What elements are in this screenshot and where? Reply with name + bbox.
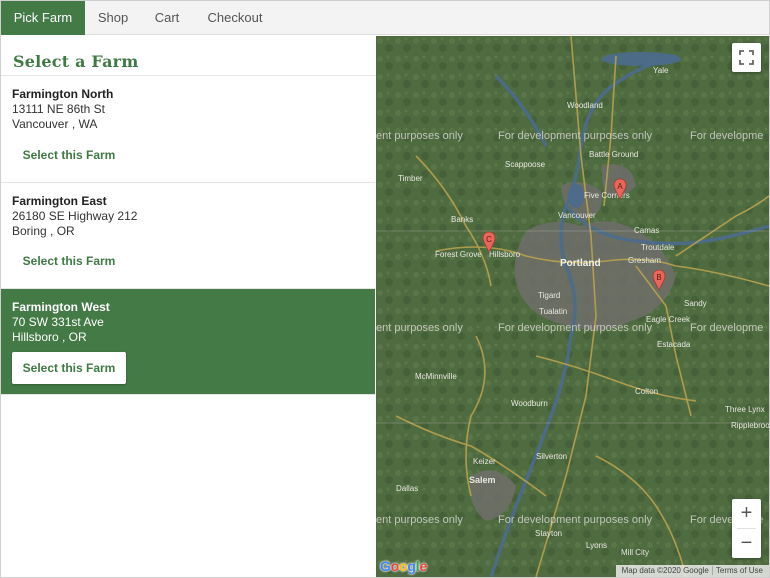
svg-text:Hillsboro: Hillsboro [489, 250, 521, 259]
svg-text:ent purposes only: ent purposes only [376, 322, 463, 334]
svg-text:Estacada: Estacada [657, 340, 691, 349]
svg-text:Woodburn: Woodburn [511, 399, 548, 408]
svg-text:Mill City: Mill City [621, 548, 649, 557]
svg-text:B: B [656, 273, 661, 282]
svg-text:ent purposes only: ent purposes only [376, 130, 463, 142]
svg-text:For development purposes only: For development purposes only [498, 130, 653, 142]
top-nav: Pick Farm Shop Cart Checkout [1, 1, 769, 35]
farm-name: Farmington North [12, 87, 114, 101]
attribution-text: Map data ©2020 Google [621, 566, 709, 575]
svg-text:Salem: Salem [469, 475, 496, 485]
svg-text:Eagle Creek: Eagle Creek [646, 315, 691, 324]
svg-text:Banks: Banks [451, 215, 473, 224]
svg-text:ent purposes only: ent purposes only [376, 514, 463, 526]
svg-text:Silverton: Silverton [536, 452, 567, 461]
select-farm-button[interactable]: Select this Farm [12, 245, 126, 277]
svg-text:Woodland: Woodland [567, 101, 603, 110]
svg-text:Ripplebrook: Ripplebrook [731, 421, 769, 430]
svg-text:Tualatin: Tualatin [539, 307, 567, 316]
svg-text:Vancouver: Vancouver [558, 211, 596, 220]
svg-text:A: A [617, 182, 623, 191]
farm-street: 26180 SE Highway 212 [12, 209, 138, 223]
svg-text:Timber: Timber [398, 174, 423, 183]
farm-street: 13111 NE 86th St [12, 102, 105, 116]
svg-text:Keizer: Keizer [473, 457, 496, 466]
fullscreen-button[interactable] [732, 43, 761, 72]
svg-text:Sandy: Sandy [684, 299, 707, 308]
nav-checkout[interactable]: Checkout [193, 1, 277, 35]
svg-text:Scappoose: Scappoose [505, 160, 546, 169]
zoom-in-button[interactable]: + [732, 499, 761, 528]
map[interactable]: Yale Woodland Battle Ground Five Corners… [376, 36, 769, 577]
nav-shop[interactable]: Shop [85, 1, 141, 35]
select-farm-button[interactable]: Select this Farm [12, 352, 126, 384]
svg-text:Camas: Camas [634, 226, 659, 235]
svg-text:For developme: For developme [690, 322, 763, 334]
select-farm-button[interactable]: Select this Farm [12, 139, 126, 171]
svg-text:Yale: Yale [653, 66, 669, 75]
svg-text:McMinnville: McMinnville [415, 372, 457, 381]
svg-text:Dallas: Dallas [396, 484, 418, 493]
farm-card-west: Farmington West 70 SW 331st Ave Hillsbor… [1, 289, 375, 395]
svg-text:Tigard: Tigard [538, 291, 560, 300]
nav-pick-farm[interactable]: Pick Farm [1, 1, 85, 35]
zoom-control: + − [732, 499, 761, 558]
svg-text:Forest Grove: Forest Grove [435, 250, 482, 259]
fullscreen-icon [739, 50, 754, 65]
map-attribution: Map data ©2020 Google Terms of Use [615, 565, 769, 577]
farm-card-east: Farmington East 26180 SE Highway 212 Bor… [1, 183, 375, 289]
svg-text:Lyons: Lyons [586, 541, 607, 550]
map-canvas[interactable]: Yale Woodland Battle Ground Five Corners… [376, 36, 769, 577]
svg-text:Troutdale: Troutdale [641, 243, 675, 252]
svg-text:Gresham: Gresham [628, 256, 661, 265]
farm-card-north: Farmington North 13111 NE 86th St Vancou… [1, 76, 375, 183]
svg-text:Stayton: Stayton [535, 529, 562, 538]
zoom-out-button[interactable]: − [732, 529, 761, 558]
farm-city: Boring , OR [12, 224, 75, 238]
farm-city: Vancouver , WA [12, 117, 98, 131]
google-logo[interactable]: Google [380, 558, 427, 574]
panel-title: Select a Farm [13, 52, 139, 71]
farm-name: Farmington East [12, 194, 107, 208]
svg-text:Battle Ground: Battle Ground [589, 150, 638, 159]
svg-text:For development purposes only: For development purposes only [498, 514, 653, 526]
farm-panel: Select a Farm Farmington North 13111 NE … [1, 36, 375, 577]
svg-text:Portland: Portland [560, 258, 601, 269]
farm-name: Farmington West [12, 300, 110, 314]
svg-text:Colton: Colton [635, 387, 658, 396]
svg-text:Three Lynx: Three Lynx [725, 405, 765, 414]
svg-text:For developme: For developme [690, 130, 763, 142]
svg-text:C: C [486, 235, 492, 244]
nav-cart[interactable]: Cart [141, 1, 193, 35]
svg-text:For development purposes only: For development purposes only [498, 322, 653, 334]
terms-link[interactable]: Terms of Use [711, 566, 766, 575]
farm-street: 70 SW 331st Ave [12, 315, 104, 329]
farm-city: Hillsboro , OR [12, 330, 87, 344]
